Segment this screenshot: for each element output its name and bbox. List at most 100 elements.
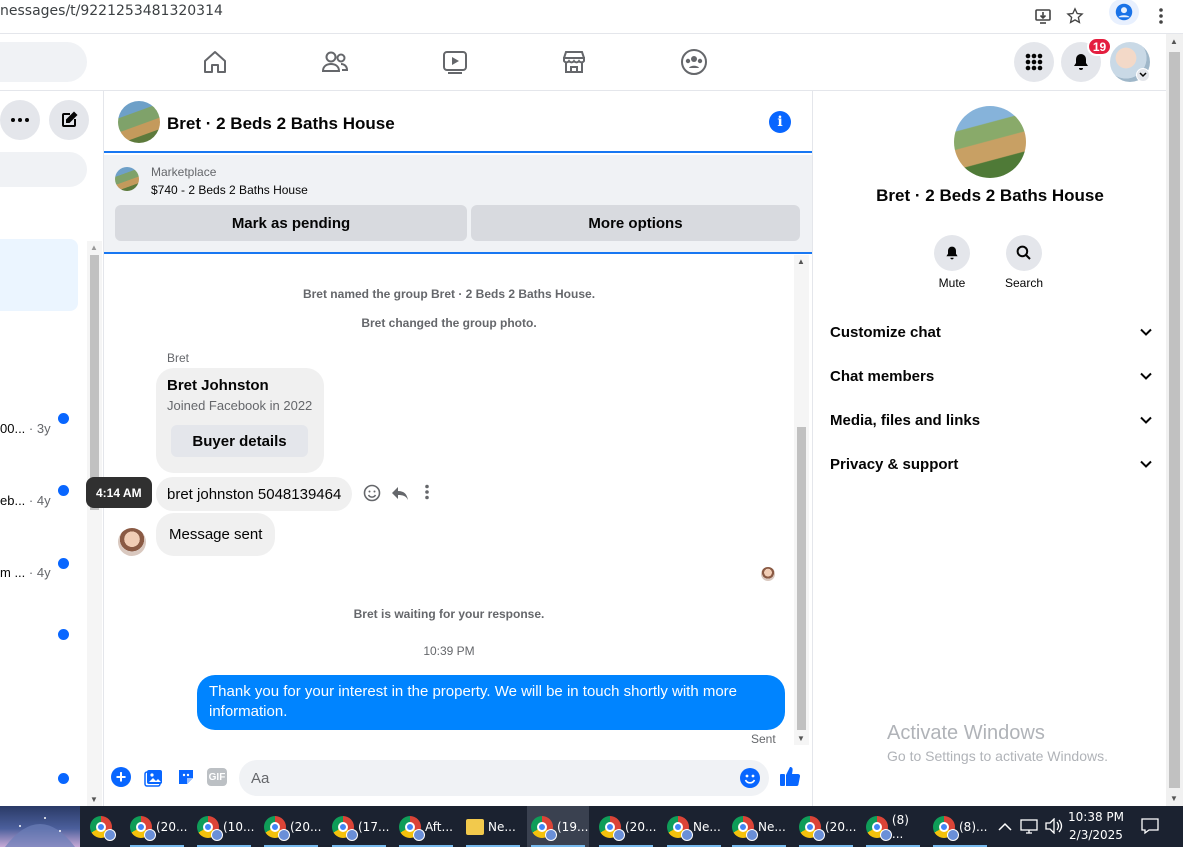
page-scrollbar[interactable]: ▲ ▼ [1166,34,1183,806]
search-button[interactable] [1006,235,1042,271]
buyer-details-button[interactable]: Buyer details [171,425,308,457]
active-conversation-row[interactable] [0,239,78,311]
taskbar-item[interactable]: (20... [795,806,857,847]
friends-icon[interactable] [315,44,355,80]
star-icon[interactable] [1063,4,1087,28]
outgoing-message-bubble[interactable]: Thank you for your interest in the prope… [197,675,785,730]
like-icon[interactable] [779,765,801,792]
scroll-up-arrow[interactable]: ▲ [797,257,805,266]
show-hidden-icons-icon[interactable] [998,819,1012,837]
group-photo-large[interactable] [954,106,1026,178]
scrollbar-thumb[interactable] [90,255,99,510]
taskbar-item[interactable]: (19... [527,806,589,847]
menu-grid-button[interactable] [1014,42,1054,82]
plus-icon[interactable]: + [111,767,131,787]
taskbar-item[interactable]: (20... [595,806,657,847]
chrome-icon [866,815,892,841]
taskbar-item[interactable]: (8)... [929,806,991,847]
scroll-down-arrow[interactable]: ▼ [90,795,98,804]
taskbar-item[interactable]: (20... [126,806,188,847]
start-button[interactable] [0,806,80,847]
group-photo-avatar[interactable] [118,101,160,143]
options-button[interactable] [0,100,40,140]
more-actions-icon[interactable] [424,484,430,505]
customize-chat-section[interactable]: Customize chat [830,320,1152,344]
taskbar-item-label: (10... [223,819,255,834]
network-icon[interactable] [1020,818,1038,839]
menu-icon[interactable] [1149,4,1173,28]
media-files-section[interactable]: Media, files and links [830,408,1152,432]
search-facebook-input[interactable] [0,42,87,82]
sender-avatar[interactable] [118,528,146,556]
gif-icon[interactable]: GIF [207,768,227,786]
groups-icon[interactable] [674,44,714,80]
taskbar-item[interactable]: (17... [328,806,390,847]
emoji-icon[interactable] [740,768,760,788]
taskbar-item[interactable]: Ne... [663,806,725,847]
search-label: Search [1004,276,1044,290]
watch-icon[interactable] [435,44,475,80]
chrome-icon [933,815,959,841]
taskbar-item[interactable]: Ne... [728,806,790,847]
chrome-icon [399,815,425,841]
scroll-down-arrow[interactable]: ▼ [1170,794,1178,803]
buyer-card: Bret Johnston Joined Facebook in 2022 Bu… [156,368,324,473]
taskbar-item[interactable] [86,806,120,847]
scroll-up-arrow[interactable]: ▲ [90,243,98,252]
message-input[interactable]: Aa [239,760,769,796]
info-icon[interactable]: i [769,111,791,133]
facebook-header: 19 [0,34,1166,91]
taskbar-item[interactable]: (8) ... [862,806,924,847]
new-message-button[interactable] [49,100,89,140]
privacy-support-section[interactable]: Privacy & support [830,452,1152,476]
sidebar-scrollbar[interactable]: ▲ ▼ [87,241,102,806]
taskbar-item[interactable]: Ne... [462,806,524,847]
marketplace-banner: Marketplace $740 - 2 Beds 2 Baths House … [104,155,812,254]
message-status: Sent [751,732,776,746]
sticker-icon[interactable] [176,767,196,792]
marketplace-icon[interactable] [554,44,594,80]
more-options-button[interactable]: More options [471,205,800,241]
scrollbar-thumb[interactable] [1169,52,1180,788]
bell-icon [934,235,970,271]
chats-sidebar: 00... · 3y eb... · 4y m ... · 4y ▲ ▼ [0,91,104,806]
taskbar-item[interactable]: Aft... [395,806,457,847]
chrome-icon [90,815,116,841]
mute-label: Mute [938,276,966,290]
chrome-icon [531,815,557,841]
notification-badge: 19 [1087,37,1112,56]
react-icon[interactable] [363,484,381,507]
chevron-down-icon [1140,328,1152,336]
message-bubble[interactable]: bret johnston 5048139464 [156,477,353,511]
clock-date[interactable]: 2/3/2025 [1066,828,1126,842]
section-label: Customize chat [830,323,941,341]
photo-icon[interactable] [144,767,164,792]
mute-button[interactable] [934,235,970,271]
scroll-up-arrow[interactable]: ▲ [1170,37,1178,46]
scrollbar-thumb[interactable] [797,427,806,730]
notification-center-icon[interactable] [1141,817,1159,840]
profile-icon[interactable] [1109,0,1139,25]
volume-icon[interactable] [1045,817,1063,839]
reply-icon[interactable] [391,484,409,507]
clock-time[interactable]: 10:38 PM [1066,810,1126,824]
taskbar-item[interactable]: (10... [193,806,255,847]
chevron-down-icon[interactable] [1136,68,1150,82]
compose-icon [62,111,78,127]
mark-as-pending-button[interactable]: Mark as pending [115,205,467,241]
folder-icon [466,818,484,835]
install-icon[interactable] [1031,4,1055,28]
conversation-title[interactable]: Bret · 2 Beds 2 Baths House [167,114,395,134]
conversation-snippet: 00... · 3y [0,421,51,436]
listing-title[interactable]: $740 - 2 Beds 2 Baths House [151,183,308,197]
scroll-down-arrow[interactable]: ▼ [797,734,805,743]
taskbar-item[interactable]: (20... [260,806,322,847]
home-icon[interactable] [195,44,235,80]
address-bar-url[interactable]: nessages/t/9221253481320314 [0,3,223,19]
chat-members-section[interactable]: Chat members [830,364,1152,388]
timestamp-divider: 10:39 PM [423,644,475,658]
listing-thumbnail[interactable] [115,167,139,191]
messages-scrollbar[interactable]: ▲ ▼ [794,255,809,745]
search-messenger-input[interactable] [0,152,87,187]
message-bubble[interactable]: Message sent [156,513,276,556]
